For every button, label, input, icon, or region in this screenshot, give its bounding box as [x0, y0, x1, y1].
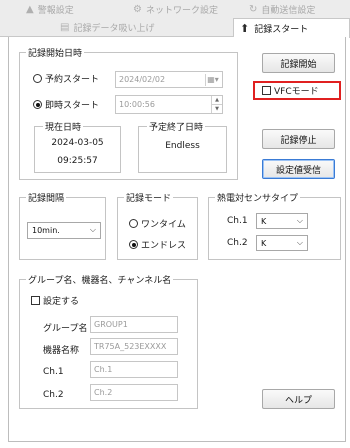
tab-network-label: ネットワーク設定: [145, 6, 218, 16]
group-name-field[interactable]: GROUP1: [90, 316, 178, 333]
names-ch1-field[interactable]: Ch.1: [90, 361, 178, 378]
sensor-ch2-select[interactable]: K ⌵: [256, 235, 308, 251]
start-datetime-title: 記録開始日時: [26, 46, 85, 59]
current-time: 09:25:57: [57, 156, 98, 166]
names-ch2-label: Ch.2: [43, 390, 64, 400]
record-interval-value: 10min.: [32, 226, 60, 235]
vfc-mode-checkbox[interactable]: VFCモード: [253, 81, 341, 100]
end-datetime-title: 予定終了日時: [147, 120, 206, 133]
tab-auto-send-settings[interactable]: ↻ 自動送信設定: [249, 3, 315, 16]
reserve-start-label: 予約スタート: [45, 75, 100, 85]
immediate-start-label: 即時スタート: [45, 101, 100, 111]
current-date: 2024-03-05: [51, 138, 104, 148]
sensor-ch2-label: Ch.2: [227, 238, 248, 248]
tab-bar-top: ▲ 警報設定 ⚙ ネットワーク設定 ↻ 自動送信設定: [0, 0, 350, 19]
calendar-dropdown-icon[interactable]: ▦▾: [205, 74, 220, 86]
enable-names-checkbox[interactable]: 設定する: [31, 294, 79, 307]
device-name-label: 機器名称: [43, 346, 80, 356]
network-icon: ⚙: [133, 4, 142, 15]
reserve-date-field[interactable]: 2024/02/02 ▦▾: [115, 71, 223, 88]
checkbox-indicator: [31, 296, 40, 305]
radio-indicator: [129, 219, 138, 228]
current-datetime-title: 現在日時: [43, 120, 84, 133]
tab-alarm-label: 警報設定: [37, 6, 74, 16]
refresh-icon: ↻: [249, 4, 258, 15]
sensor-type-group: 熱電対センサタイプ Ch.1 K ⌵ Ch.2 K ⌵: [208, 191, 341, 260]
record-interval-title: 記録間隔: [26, 191, 67, 204]
record-mode-group: 記録モード ワンタイム エンドレス: [117, 191, 198, 260]
sensor-type-title: 熱電対センサタイプ: [215, 191, 301, 204]
tab-network-settings[interactable]: ⚙ ネットワーク設定: [133, 3, 218, 16]
group-name-value: GROUP1: [94, 320, 128, 329]
sensor-ch1-value: K: [261, 216, 267, 226]
tab-record-start-label: 記録スタート: [254, 25, 309, 35]
warning-icon: ▲: [26, 4, 34, 15]
tab-record-start[interactable]: ⬆ 記録スタート: [233, 18, 350, 38]
reserve-time-value: 10:00:56: [119, 100, 155, 109]
names-ch2-value: Ch.2: [94, 388, 113, 397]
tab-alarm-settings[interactable]: ▲ 警報設定: [26, 3, 74, 16]
radio-indicator: [33, 74, 42, 83]
enable-names-label: 設定する: [43, 297, 80, 307]
device-name-value: TR75A_523EXXXX: [94, 342, 167, 351]
end-datetime-value: Endless: [165, 141, 200, 151]
names-ch2-field[interactable]: Ch.2: [90, 384, 178, 401]
reserve-date-value: 2024/02/02: [119, 75, 166, 84]
record-start-icon: ⬆: [240, 22, 250, 35]
one-time-label: ワンタイム: [141, 220, 186, 230]
record-interval-select[interactable]: 10min. ⌵: [27, 222, 101, 239]
sensor-ch2-value: K: [261, 238, 267, 248]
tab-read-data[interactable]: ▤ 記録データ吸い上げ: [60, 21, 154, 34]
document-icon: ▤: [60, 22, 70, 33]
help-button[interactable]: ヘルプ: [262, 389, 335, 409]
device-name-field[interactable]: TR75A_523EXXXX: [90, 338, 178, 355]
reserve-start-radio[interactable]: 予約スタート: [33, 72, 99, 85]
endless-radio[interactable]: エンドレス: [129, 238, 186, 251]
sensor-ch1-label: Ch.1: [227, 216, 248, 226]
vfc-mode-label: VFCモード: [274, 87, 319, 97]
chevron-down-icon: ⌵: [296, 238, 303, 247]
end-datetime-box: 予定終了日時 Endless: [138, 120, 227, 173]
immediate-start-radio[interactable]: 即時スタート: [33, 98, 99, 111]
record-mode-title: 記録モード: [124, 191, 174, 204]
sensor-ch1-select[interactable]: K ⌵: [256, 213, 308, 229]
start-recording-button[interactable]: 記録開始: [262, 53, 335, 73]
names-ch1-value: Ch.1: [94, 365, 113, 374]
chevron-down-icon: ⌵: [89, 225, 96, 234]
reserve-time-field[interactable]: 10:00:56 ▲ ▼: [115, 95, 223, 114]
endless-label: エンドレス: [141, 241, 187, 251]
start-datetime-group: 記録開始日時 予約スタート 2024/02/02 ▦▾ 即時スタート 10:00…: [19, 46, 238, 180]
tab-auto-send-label: 自動送信設定: [261, 6, 316, 16]
group-name-label: グループ名: [43, 324, 88, 334]
chevron-down-icon: ⌵: [296, 216, 303, 225]
time-spinner[interactable]: ▲ ▼: [211, 96, 222, 113]
receive-settings-button[interactable]: 設定値受信: [262, 159, 335, 179]
spin-up-icon[interactable]: ▲: [212, 96, 222, 105]
current-datetime-box: 現在日時 2024-03-05 09:25:57: [34, 120, 121, 173]
spin-down-icon[interactable]: ▼: [212, 105, 222, 113]
names-group: グループ名、機器名、チャンネル名 設定する グループ名 GROUP1 機器名称 …: [19, 273, 198, 409]
stop-recording-button[interactable]: 記録停止: [262, 129, 335, 149]
record-interval-group: 記録間隔 10min. ⌵: [19, 191, 106, 260]
names-group-title: グループ名、機器名、チャンネル名: [26, 273, 174, 286]
radio-indicator-selected: [33, 100, 42, 109]
radio-indicator-selected: [129, 240, 138, 249]
names-ch1-label: Ch.1: [43, 367, 64, 377]
tab-read-data-label: 記録データ吸い上げ: [73, 24, 155, 34]
checkbox-indicator: [262, 86, 271, 95]
one-time-radio[interactable]: ワンタイム: [129, 217, 186, 230]
